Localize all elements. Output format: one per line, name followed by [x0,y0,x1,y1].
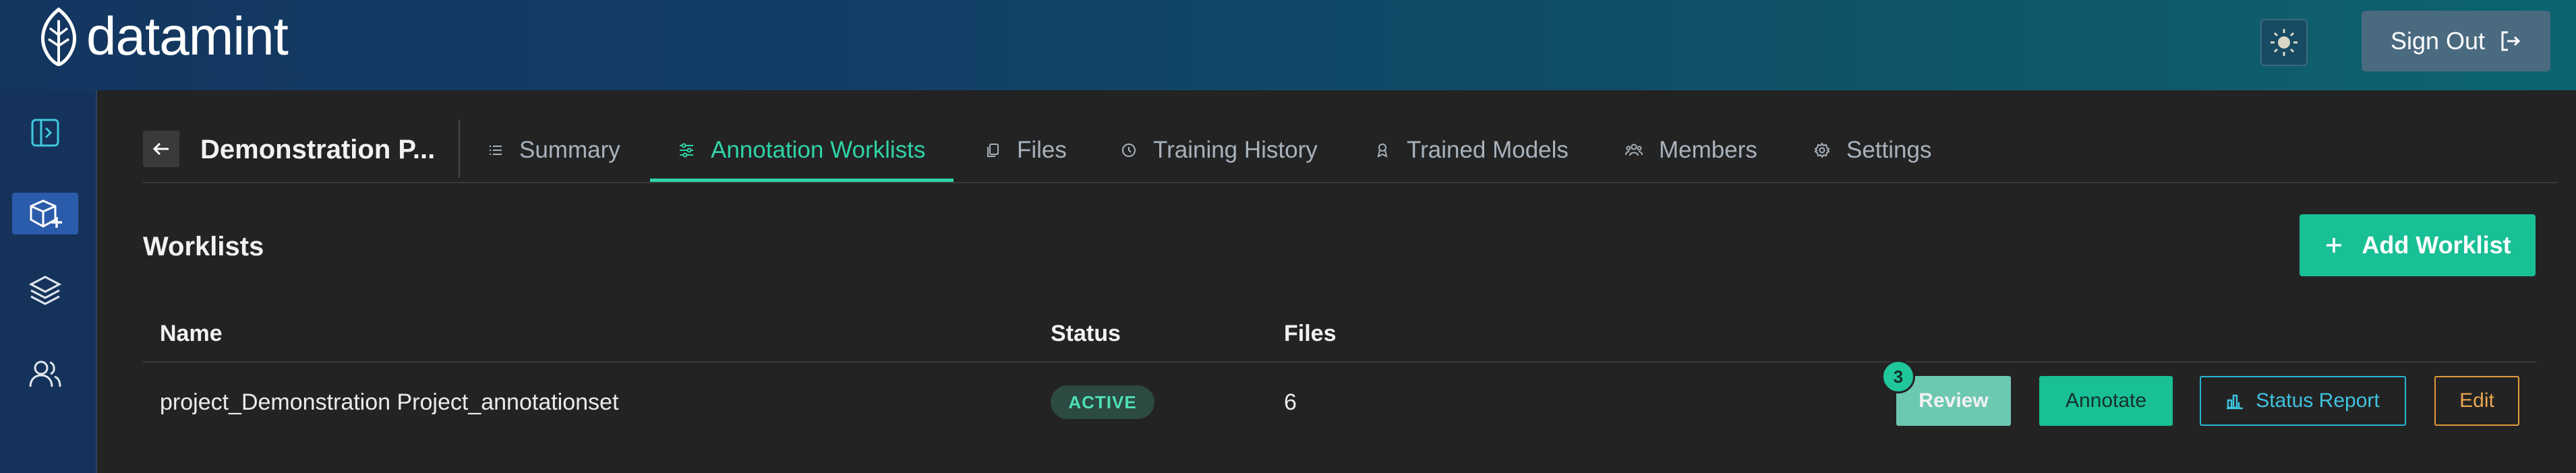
project-tab-bar: Demonstration P... Summary Annotation Wo… [143,120,2557,183]
left-rail [0,90,97,473]
brand-name: datamint [86,6,289,66]
project-title: Demonstration P... [200,135,436,164]
tab-label: Settings [1846,137,1932,163]
sun-icon [2271,29,2297,56]
cube-plus-icon [30,199,62,228]
rail-item-datasets[interactable] [12,270,78,311]
edit-button[interactable]: Edit [2434,376,2519,426]
review-count-badge: 3 [1881,360,1915,393]
column-header-files[interactable]: Files [1284,321,1336,347]
theme-toggle-button[interactable] [2260,19,2308,66]
arrow-left-icon [152,142,169,156]
status-report-button[interactable]: Status Report [2200,376,2406,426]
history-icon [1122,144,1136,157]
rail-item-projects[interactable] [12,193,78,234]
annotate-button[interactable]: Annotate [2039,376,2173,426]
plus-icon [2326,238,2342,253]
sign-out-button[interactable]: Sign Out [2362,11,2550,71]
back-button[interactable] [143,131,179,167]
worklist-name: project_Demonstration Project_annotation… [160,389,619,415]
members-icon [1625,144,1643,156]
status-badge: ACTIVE [1051,385,1154,419]
annotate-label: Annotate [2065,389,2147,412]
edit-label: Edit [2459,389,2494,412]
tab-annotation-worklists[interactable]: Annotation Worklists [650,120,954,182]
files-icon [987,144,999,157]
sidebar-toggle-icon [31,119,59,147]
model-icon [1377,144,1388,158]
list-icon [490,146,502,155]
gear-icon [1814,142,1830,158]
tab-label: Summary [519,137,620,163]
tab-label: Training History [1153,137,1318,163]
tab-summary[interactable]: Summary [488,120,620,181]
sliders-icon [680,143,693,158]
tab-label: Annotation Worklists [711,137,926,163]
worklists-title: Worklists [143,232,264,261]
brand[interactable]: datamint [35,5,289,67]
tab-training-history[interactable]: Training History [1121,120,1318,181]
tab-divider [459,120,460,178]
add-worklist-label: Add Worklist [2362,231,2511,259]
logout-icon [2501,31,2521,51]
tab-members[interactable]: Members [1625,120,1757,181]
leaf-icon [41,7,76,66]
status-report-label: Status Report [2256,389,2380,412]
top-header: datamint Sign Out [0,0,2576,90]
expand-sidebar-button[interactable] [12,112,78,154]
tab-trained-models[interactable]: Trained Models [1374,120,1569,181]
tab-label: Files [1017,137,1067,163]
files-count: 6 [1284,389,1297,415]
tab-files[interactable]: Files [985,120,1067,181]
tab-label: Trained Models [1407,137,1569,163]
review-label: Review [1919,389,1989,412]
tab-label: Members [1659,137,1757,163]
rail-item-users[interactable] [12,353,78,395]
bar-chart-icon [2227,394,2244,410]
column-header-name[interactable]: Name [160,321,223,347]
table-row-divider [143,361,2537,362]
sign-out-label: Sign Out [2390,27,2486,55]
active-tab-indicator [650,179,954,182]
tab-settings[interactable]: Settings [1814,120,1931,181]
users-icon [29,360,61,387]
layers-icon [28,276,62,305]
column-header-status[interactable]: Status [1051,321,1121,347]
add-worklist-button[interactable]: Add Worklist [2300,214,2536,276]
